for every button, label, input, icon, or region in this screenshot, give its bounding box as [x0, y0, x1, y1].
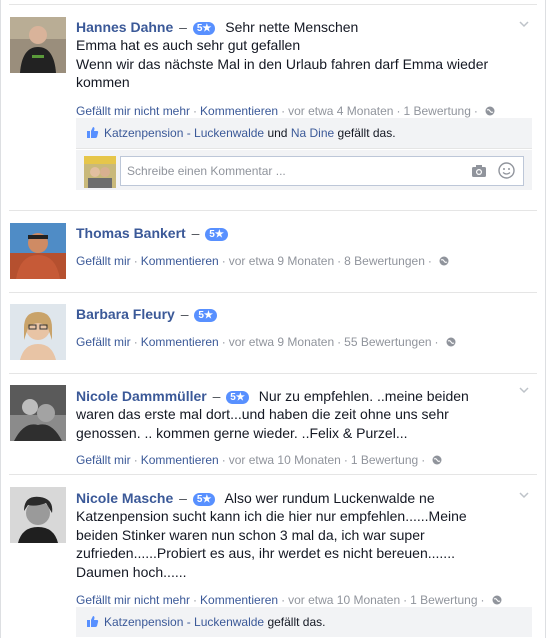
- likes-summary: Katzenpension - Luckenwalde und Na Dine …: [76, 118, 532, 148]
- action-bar: Gefällt mir nicht mehr · Kommentieren · vor …: [76, 592, 502, 608]
- globe-icon: [432, 455, 442, 465]
- ratings-count[interactable]: 1 Bewertung: [351, 453, 418, 467]
- divider: [9, 210, 537, 211]
- timestamp[interactable]: vor etwa 9 Monaten: [229, 335, 334, 349]
- ratings-count[interactable]: 1 Bewertung: [403, 104, 470, 118]
- reviewer-name[interactable]: Nicole Masche: [76, 490, 173, 506]
- review-text-line: Nur zu empfehlen. ..meine beiden: [258, 388, 469, 404]
- reviewer-name[interactable]: Thomas Bankert: [76, 225, 186, 241]
- globe-icon: [492, 595, 502, 605]
- divider: [9, 4, 537, 5]
- reviewer-name[interactable]: Barbara Fleury: [76, 306, 175, 322]
- rating-badge: 5★: [205, 228, 228, 241]
- like-button[interactable]: Gefällt mir: [76, 453, 131, 467]
- liked-by-user[interactable]: Na Dine: [291, 126, 334, 140]
- review-text-line: Daumen hoch......: [76, 563, 187, 580]
- review-text-line: waren das erste mal dort...und haben die…: [76, 406, 449, 422]
- avatar[interactable]: [10, 223, 66, 279]
- like-button[interactable]: Gefällt mir: [76, 335, 131, 349]
- action-bar: Gefällt mir · Kommentieren · vor etwa 10 Mon…: [76, 452, 442, 468]
- action-bar: Gefällt mir · Kommentieren · vor etwa 9 Mona…: [76, 253, 449, 269]
- comment-button[interactable]: Kommentieren: [141, 335, 219, 349]
- ratings-count[interactable]: 8 Bewertungen: [344, 254, 425, 268]
- likes-summary: Katzenpension - Luckenwalde gefällt das.: [76, 607, 532, 637]
- like-button[interactable]: Gefällt mir nicht mehr: [76, 104, 190, 118]
- review-header: Nicole Masche – 5★ Also wer rundum Lucke…: [76, 490, 435, 506]
- review-text-line: Katzenpension sucht kann ich die hier nu…: [76, 508, 467, 524]
- action-bar: Gefällt mir nicht mehr · Kommentieren · vor …: [76, 103, 495, 119]
- ratings-count[interactable]: 55 Bewertungen: [344, 335, 431, 349]
- reviewer-name[interactable]: Nicole Dammmüller: [76, 388, 207, 404]
- avatar: [84, 156, 116, 188]
- timestamp[interactable]: vor etwa 10 Monaten: [229, 453, 341, 467]
- timestamp[interactable]: vor etwa 10 Monaten: [288, 593, 400, 607]
- rating-badge: 5★: [194, 309, 217, 322]
- review-text-line: kommen: [76, 74, 130, 90]
- review-text-line: Also wer rundum Luckenwalde ne: [224, 490, 435, 506]
- globe-icon: [485, 106, 495, 116]
- review-header: Hannes Dahne – 5★ Sehr nette Menschen: [76, 19, 359, 35]
- comment-input[interactable]: Schreibe einen Kommentar ...: [120, 156, 524, 186]
- review-text-line: Emma hat es auch sehr gut gefallen: [76, 37, 301, 53]
- liked-by-page[interactable]: Katzenpension - Luckenwalde: [104, 615, 264, 629]
- comment-composer: Schreibe einen Kommentar ...: [76, 150, 532, 190]
- review-text-line: beiden Stinker waren nun schon 3 mal da,…: [76, 526, 425, 543]
- ratings-count[interactable]: 1 Bewertung: [410, 593, 477, 607]
- review-text-line: zufrieden......Probiert es aus, ihr werd…: [76, 545, 455, 561]
- camera-icon[interactable]: [471, 163, 487, 179]
- avatar[interactable]: [10, 304, 66, 360]
- comment-button[interactable]: Kommentieren: [141, 254, 219, 268]
- action-bar: Gefällt mir · Kommentieren · vor etwa 9 Mona…: [76, 334, 456, 350]
- globe-icon: [439, 256, 449, 266]
- review-text-line: Sehr nette Menschen: [225, 19, 359, 35]
- rating-badge: 5★: [192, 22, 216, 35]
- comment-button[interactable]: Kommentieren: [200, 593, 278, 607]
- review-text-line: Wenn wir das nächste Mal in den Urlaub f…: [76, 55, 489, 72]
- thumbs-up-icon: [87, 616, 99, 627]
- divider: [9, 474, 537, 475]
- comment-button[interactable]: Kommentieren: [141, 453, 219, 467]
- liked-by-page[interactable]: Katzenpension - Luckenwalde: [104, 126, 264, 140]
- timestamp[interactable]: vor etwa 4 Monaten: [288, 104, 393, 118]
- review-header: Barbara Fleury – 5★: [76, 305, 223, 323]
- review-header: Thomas Bankert – 5★: [76, 224, 234, 242]
- thumbs-up-icon: [87, 127, 99, 138]
- divider: [9, 292, 537, 293]
- rating-badge: 5★: [226, 391, 249, 404]
- comment-button[interactable]: Kommentieren: [200, 104, 278, 118]
- rating-badge: 5★: [192, 493, 216, 506]
- reviews-feed: Hannes Dahne – 5★ Sehr nette Menschen Em…: [0, 0, 546, 638]
- like-button[interactable]: Gefällt mir: [76, 254, 131, 268]
- reviewer-name[interactable]: Hannes Dahne: [76, 19, 173, 35]
- avatar[interactable]: [10, 487, 66, 543]
- review-header: Nicole Dammmüller – 5★ Nur zu empfehlen.…: [76, 388, 469, 404]
- avatar[interactable]: [10, 385, 66, 441]
- emoji-icon[interactable]: [498, 162, 515, 179]
- timestamp[interactable]: vor etwa 9 Monaten: [229, 254, 334, 268]
- review-text-line: genossen. .. kommen gerne wieder. ..Feli…: [76, 424, 408, 441]
- avatar[interactable]: [10, 17, 66, 73]
- like-button[interactable]: Gefällt mir nicht mehr: [76, 593, 190, 607]
- divider: [9, 373, 537, 374]
- globe-icon: [446, 337, 456, 347]
